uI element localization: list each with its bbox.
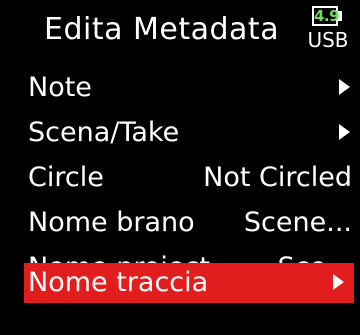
menu-item-nome-brano[interactable]: Nome brano Scene...: [24, 203, 360, 242]
menu-item-label: Nome traccia: [28, 267, 209, 298]
menu-item-nome-traccia[interactable]: Nome traccia: [24, 263, 354, 303]
menu-item-scene-take[interactable]: Scena/Take: [24, 113, 360, 152]
menu-item-value: Scene...: [243, 207, 352, 238]
menu-item-label: Note: [28, 72, 92, 103]
chevron-right-icon: [333, 274, 344, 290]
chevron-right-icon: [339, 124, 350, 140]
menu-item-label: Circle: [28, 162, 104, 193]
page-title: Edita Metadata: [44, 12, 280, 47]
menu-item-label: Nome brano: [28, 207, 195, 238]
menu-item-note[interactable]: Note: [24, 68, 360, 107]
battery-indicator: 4.9 USB: [306, 6, 350, 54]
menu-item-label: Scena/Take: [28, 117, 180, 148]
menu-item-circle[interactable]: Circle Not Circled: [24, 158, 360, 197]
header-bar: Edita Metadata 4.9 USB: [0, 0, 360, 60]
battery-level: 4.9: [314, 7, 340, 25]
chevron-right-icon: [339, 79, 350, 95]
menu-item-value: Not Circled: [203, 162, 352, 193]
power-source-label: USB: [307, 28, 349, 52]
